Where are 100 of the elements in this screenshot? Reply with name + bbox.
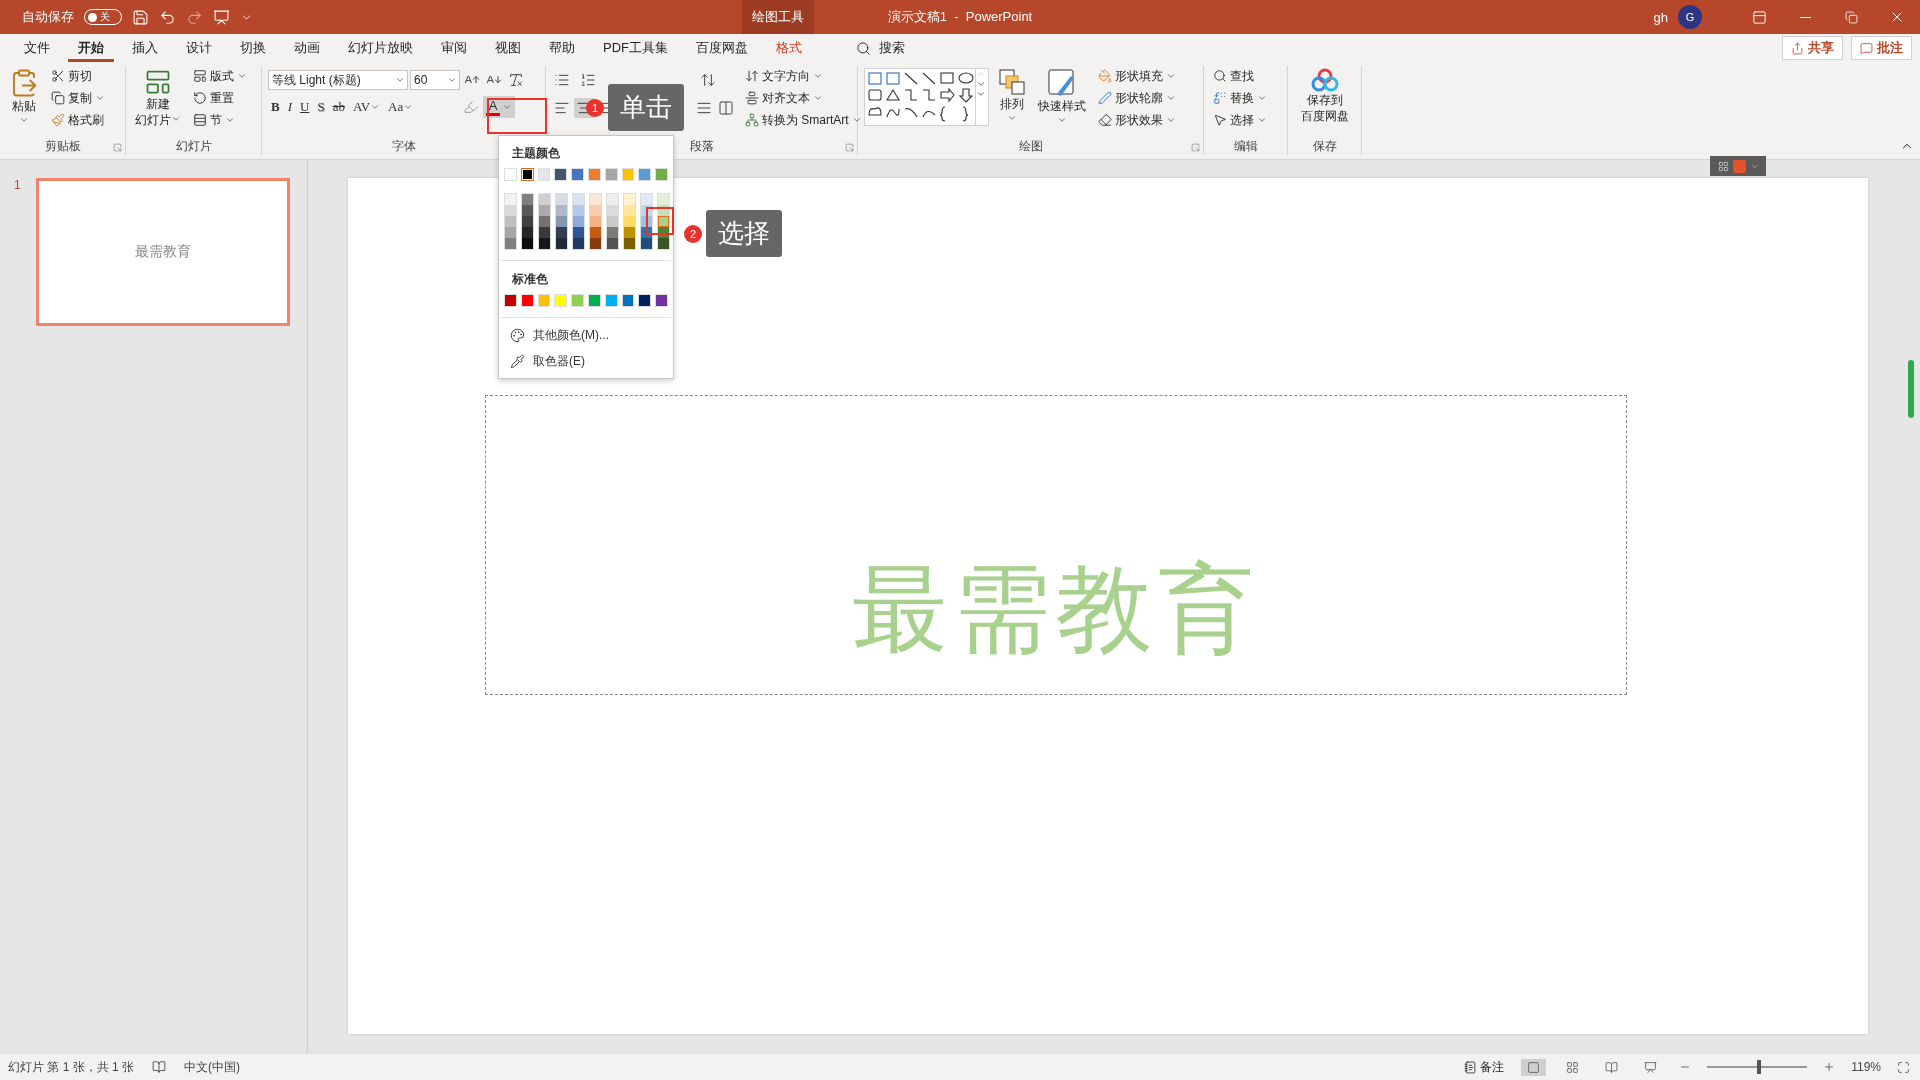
color-swatch[interactable]: [658, 205, 669, 216]
color-swatch[interactable]: [522, 238, 533, 249]
quick-styles-button[interactable]: 快速样式: [1035, 66, 1089, 137]
color-swatch[interactable]: [505, 227, 516, 238]
shape-effects-button[interactable]: 形状效果: [1095, 110, 1179, 130]
color-swatch[interactable]: [573, 194, 584, 205]
color-swatch[interactable]: [573, 238, 584, 249]
color-swatch[interactable]: [505, 216, 516, 227]
floating-toolbar[interactable]: [1710, 156, 1766, 176]
columns-button[interactable]: [716, 98, 736, 118]
shape-gallery[interactable]: [864, 68, 989, 126]
shape-outline-button[interactable]: 形状轮廓: [1095, 88, 1179, 108]
convert-smartart-button[interactable]: 转换为 SmartArt: [742, 110, 865, 130]
color-swatch[interactable]: [522, 205, 533, 216]
color-swatch[interactable]: [590, 194, 601, 205]
font-name-field[interactable]: 等线 Light (标题): [268, 70, 408, 90]
notes-button[interactable]: 备注: [1461, 1057, 1508, 1077]
color-swatch[interactable]: [522, 216, 533, 227]
color-swatch[interactable]: [573, 216, 584, 227]
shape-fill-button[interactable]: 形状填充: [1095, 66, 1179, 86]
color-swatch[interactable]: [641, 238, 652, 249]
search-button[interactable]: 搜索: [850, 38, 911, 58]
ribbon-tab[interactable]: 文件: [14, 34, 60, 62]
color-swatch[interactable]: [590, 216, 601, 227]
new-slide-button[interactable]: 新建 幻灯片: [132, 66, 184, 137]
layout-button[interactable]: 版式: [190, 66, 250, 86]
color-swatch[interactable]: [539, 227, 550, 238]
select-button[interactable]: 选择: [1210, 110, 1270, 130]
color-swatch[interactable]: [658, 216, 669, 227]
ribbon-tab[interactable]: 幻灯片放映: [338, 34, 423, 62]
color-swatch[interactable]: [658, 238, 669, 249]
color-swatch[interactable]: [641, 205, 652, 216]
color-swatch[interactable]: [556, 238, 567, 249]
zoom-thumb[interactable]: [1757, 1060, 1762, 1074]
color-swatch[interactable]: [641, 216, 652, 227]
format-button[interactable]: B: [268, 97, 283, 117]
format-button[interactable]: Aa: [385, 97, 417, 117]
color-swatch[interactable]: [590, 238, 601, 249]
color-swatch[interactable]: [607, 205, 618, 216]
save-to-cloud-button[interactable]: 保存到 百度网盘: [1297, 66, 1352, 137]
color-swatch[interactable]: [624, 194, 635, 205]
color-swatch[interactable]: [607, 238, 618, 249]
ribbon-tab[interactable]: 视图: [485, 34, 531, 62]
format-button[interactable]: I: [284, 97, 295, 117]
paste-button[interactable]: 粘贴: [6, 66, 42, 137]
align-text-button[interactable]: 对齐文本: [742, 88, 865, 108]
color-swatch[interactable]: [522, 227, 533, 238]
color-swatch[interactable]: [522, 194, 533, 205]
ribbon-tab[interactable]: 帮助: [539, 34, 585, 62]
zoom-slider[interactable]: [1707, 1060, 1808, 1074]
color-swatch[interactable]: [624, 216, 635, 227]
color-swatch[interactable]: [573, 205, 584, 216]
format-button[interactable]: U: [297, 97, 313, 117]
color-swatch[interactable]: [556, 216, 567, 227]
color-swatch[interactable]: [505, 205, 516, 216]
color-swatch[interactable]: [520, 168, 534, 181]
color-swatch[interactable]: [624, 227, 635, 238]
format-button[interactable]: ab: [329, 97, 348, 117]
user-avatar[interactable]: G: [1678, 5, 1702, 29]
color-swatch[interactable]: [539, 216, 550, 227]
color-swatch[interactable]: [624, 238, 635, 249]
ribbon-tab[interactable]: 切换: [230, 34, 276, 62]
slide-thumbnail[interactable]: 最需教育: [36, 178, 290, 326]
format-button[interactable]: S: [314, 97, 328, 117]
text-direction-button[interactable]: 文字方向: [742, 66, 865, 86]
color-swatch[interactable]: [539, 238, 550, 249]
color-swatch[interactable]: [539, 194, 550, 205]
color-swatch[interactable]: [573, 227, 584, 238]
color-swatch[interactable]: [658, 227, 669, 238]
arrange-button[interactable]: 排列: [995, 66, 1029, 137]
ribbon-tab[interactable]: 动画: [284, 34, 330, 62]
color-swatch[interactable]: [556, 205, 567, 216]
share-button[interactable]: 共享: [1782, 36, 1843, 60]
color-swatch[interactable]: [624, 205, 635, 216]
section-button[interactable]: 节: [190, 110, 250, 130]
color-swatch[interactable]: [641, 194, 652, 205]
more-colors-item[interactable]: 其他颜色(M)...: [499, 322, 673, 348]
cut-button[interactable]: 剪切: [48, 66, 108, 86]
copy-button[interactable]: 复制: [48, 88, 108, 108]
ribbon-tab[interactable]: 百度网盘: [686, 34, 758, 62]
color-swatch[interactable]: [556, 194, 567, 205]
ribbon-tab[interactable]: 插入: [122, 34, 168, 62]
color-swatch[interactable]: [641, 227, 652, 238]
color-swatch[interactable]: [505, 238, 516, 249]
format-button[interactable]: AV: [349, 97, 384, 117]
replace-button[interactable]: 替换: [1210, 88, 1270, 108]
ribbon-tab[interactable]: 审阅: [431, 34, 477, 62]
color-swatch[interactable]: [539, 205, 550, 216]
color-swatch[interactable]: [505, 194, 516, 205]
ribbon-tab[interactable]: PDF工具集: [593, 34, 678, 62]
normal-view-button[interactable]: [1521, 1058, 1547, 1076]
color-swatch[interactable]: [556, 227, 567, 238]
ribbon-tab[interactable]: 设计: [176, 34, 222, 62]
color-swatch[interactable]: [607, 216, 618, 227]
eyedropper-item[interactable]: 取色器(E): [499, 348, 673, 374]
comments-button[interactable]: 批注: [1851, 36, 1912, 60]
color-swatch[interactable]: [607, 194, 618, 205]
format-painter-button[interactable]: 格式刷: [48, 110, 108, 130]
color-swatch[interactable]: [590, 205, 601, 216]
find-button[interactable]: 查找: [1210, 66, 1270, 86]
